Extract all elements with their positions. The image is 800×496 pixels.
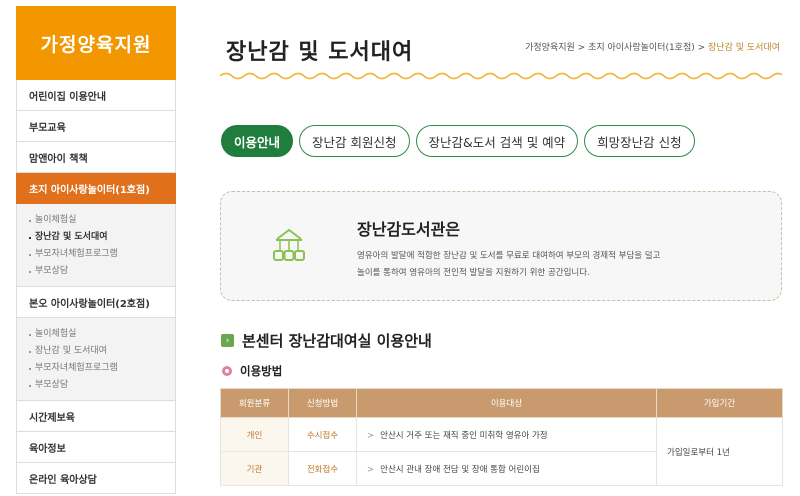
info-description: 영유아의 발달에 적합한 장난감 및 도서를 무료로 대여하여 부모의 경제적 … — [357, 248, 767, 282]
info-desc-line: 영유아의 발달에 적합한 장난감 및 도서를 무료로 대여하여 부모의 경제적 … — [357, 251, 661, 261]
tab-toy-book-search[interactable]: 장난감&도서 검색 및 예약 — [415, 125, 579, 157]
bullet-icon — [29, 333, 31, 336]
submenu-item-parent-child-program[interactable]: 부모자녀체험프로그램 — [29, 360, 175, 377]
sidebar-item-daycare-guide[interactable]: 어린이집 이용안내 — [16, 80, 176, 111]
breadcrumb-separator: > — [694, 43, 709, 53]
sidebar-item-parent-education[interactable]: 부모교육 — [16, 111, 176, 142]
bullet-icon — [29, 219, 31, 222]
period-cell: 가입일로부터 1년 — [656, 417, 783, 486]
sidebar-title: 가정양육지원 — [16, 6, 176, 80]
tab-toy-membership[interactable]: 장난감 회원신청 — [299, 125, 410, 157]
arrow-icon: > — [367, 430, 375, 441]
table-header-row: 회원분류 신청방법 이용대상 가입기간 — [220, 388, 783, 418]
bullet-icon — [29, 384, 31, 387]
tab-toy-request[interactable]: 희망장난감 신청 — [584, 125, 695, 157]
submenu-item-parent-counsel[interactable]: 부모상담 — [29, 263, 175, 280]
member-type-cell: 개인 — [220, 417, 289, 452]
submenu-item-toy-book-rental[interactable]: 장난감 및 도서대여 — [29, 343, 175, 360]
breadcrumb-separator: > — [574, 43, 589, 53]
submenu-item-play-room[interactable]: 놀이체험실 — [29, 326, 175, 343]
sidebar-item-mom-and-kid-books[interactable]: 맘앤아이 책책 — [16, 142, 176, 173]
sidebar-item-hourly-childcare[interactable]: 시간제보육 — [16, 401, 176, 432]
bullet-icon — [29, 253, 31, 256]
subsection-title: 이용방법 — [240, 364, 283, 378]
apply-method-cell: 수시접수 — [288, 417, 357, 452]
column-header: 이용대상 — [356, 388, 657, 418]
info-title: 장난감도서관은 — [357, 220, 461, 239]
submenu-item-parent-counsel[interactable]: 부모상담 — [29, 377, 175, 394]
toy-library-icon — [273, 228, 305, 261]
info-box: 장난감도서관은 영유아의 발달에 적합한 장난감 및 도서를 무료로 대여하여 … — [220, 191, 782, 301]
sidebar-item-bono-playground[interactable]: 본오 아이사랑놀이터(2호점) — [16, 287, 176, 318]
bullet-icon — [29, 270, 31, 273]
page-title: 장난감 및 도서대여 — [226, 40, 414, 65]
bullet-icon — [29, 367, 31, 370]
tab-usage-guide[interactable]: 이용안내 — [221, 125, 294, 157]
breadcrumb-item-home[interactable]: 가정양육지원 — [525, 43, 575, 53]
sidebar: 가정양육지원 어린이집 이용안내 부모교육 맘앤아이 책책 초지 아이사랑놀이터… — [16, 6, 176, 496]
submenu-item-toy-book-rental[interactable]: 장난감 및 도서대여 — [29, 229, 175, 246]
target-cell: > 안산시 관내 장애 전담 및 장애 통합 어린이집 — [356, 451, 657, 486]
bullet-circle-icon — [222, 366, 232, 376]
content-tabs: 이용안내 장난감 회원신청 장난감&도서 검색 및 예약 희망장난감 신청 — [221, 125, 695, 157]
info-desc-line: 놀이를 통하여 영유아의 전인적 발달을 지원하기 위한 공간입니다. — [357, 268, 590, 278]
section-title: 본센터 장난감대여실 이용안내 — [242, 332, 432, 350]
bullet-icon — [29, 350, 31, 353]
breadcrumb: 가정양육지원 > 초지 아이사랑놀이터(1호점) > 장난감 및 도서대여 — [525, 40, 780, 53]
column-header: 가입기간 — [656, 388, 783, 418]
bullet-icon — [29, 236, 31, 239]
membership-table: 회원분류 신청방법 이용대상 가입기간 개인 수시접수 > 안산시 거주 또는 재… — [220, 388, 783, 486]
arrow-icon: > — [367, 464, 375, 475]
chevron-right-icon: › — [221, 334, 234, 347]
sidebar-item-parenting-info[interactable]: 육아정보 — [16, 432, 176, 463]
column-header: 신청방법 — [288, 388, 357, 418]
apply-method-cell: 전화접수 — [288, 451, 357, 486]
table-row: 개인 수시접수 > 안산시 거주 또는 재직 중인 미취학 영유아 가정 가입일로… — [220, 417, 783, 486]
submenu-item-play-room[interactable]: 놀이체험실 — [29, 212, 175, 229]
sidebar-item-online-counsel[interactable]: 온라인 육아상담 — [16, 463, 176, 494]
target-cell: > 안산시 거주 또는 재직 중인 미취학 영유아 가정 — [356, 417, 657, 452]
sidebar-submenu-choji: 놀이체험실 장난감 및 도서대여 부모자녀체험프로그램 부모상담 — [16, 204, 176, 287]
submenu-item-parent-child-program[interactable]: 부모자녀체험프로그램 — [29, 246, 175, 263]
sidebar-submenu-bono: 놀이체험실 장난감 및 도서대여 부모자녀체험프로그램 부모상담 — [16, 318, 176, 401]
member-type-cell: 기관 — [220, 451, 289, 486]
title-wavy-divider — [220, 72, 782, 80]
sidebar-item-choji-playground[interactable]: 초지 아이사랑놀이터(1호점) — [16, 173, 176, 204]
column-header: 회원분류 — [220, 388, 289, 418]
breadcrumb-item-choji[interactable]: 초지 아이사랑놀이터(1호점) — [588, 43, 695, 53]
breadcrumb-item-current: 장난감 및 도서대여 — [708, 43, 780, 53]
